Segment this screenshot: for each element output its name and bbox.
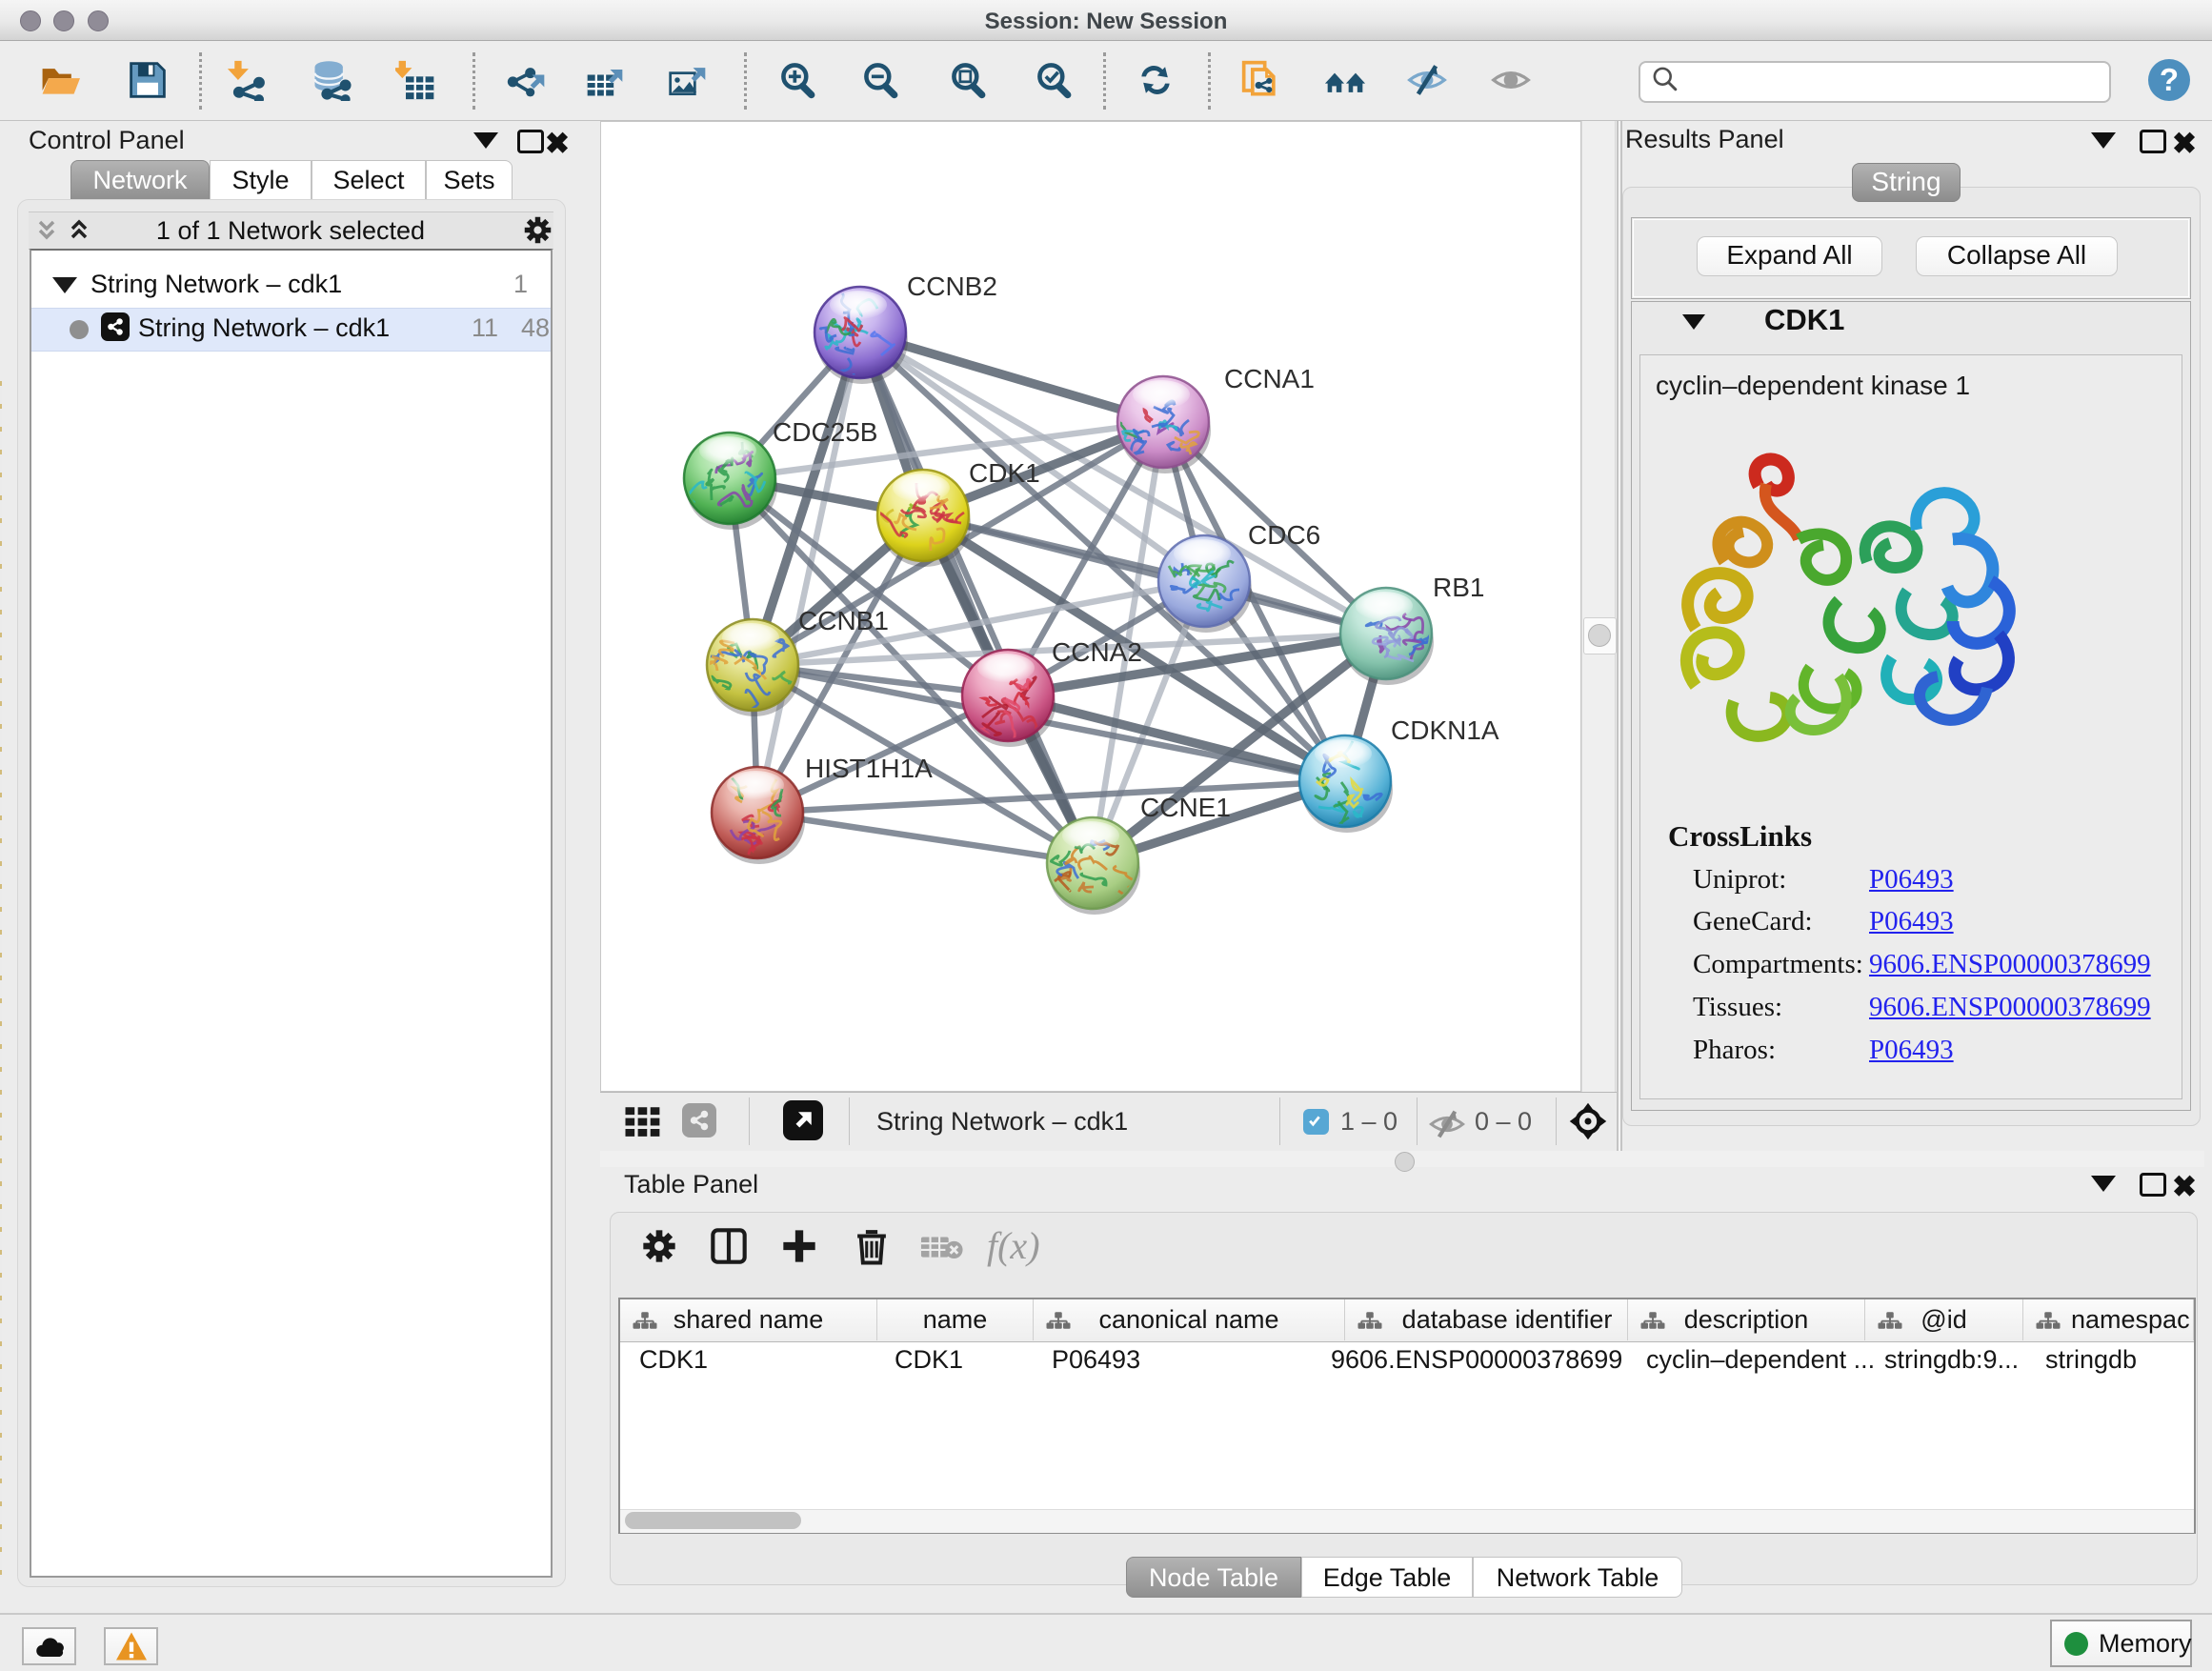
svg-text:CDK1: CDK1 xyxy=(969,458,1040,488)
svg-text:HIST1H1A: HIST1H1A xyxy=(805,754,933,783)
svg-text:CDC25B: CDC25B xyxy=(773,417,877,447)
svg-text:CCNE1: CCNE1 xyxy=(1140,793,1231,822)
svg-text:CCNB2: CCNB2 xyxy=(907,272,997,301)
svg-text:CCNA2: CCNA2 xyxy=(1052,637,1142,667)
svg-text:CCNB1: CCNB1 xyxy=(798,606,889,635)
svg-text:CCNA1: CCNA1 xyxy=(1224,364,1315,393)
svg-text:CDC6: CDC6 xyxy=(1248,520,1320,550)
svg-text:RB1: RB1 xyxy=(1433,573,1484,602)
svg-text:CDKN1A: CDKN1A xyxy=(1391,715,1499,745)
